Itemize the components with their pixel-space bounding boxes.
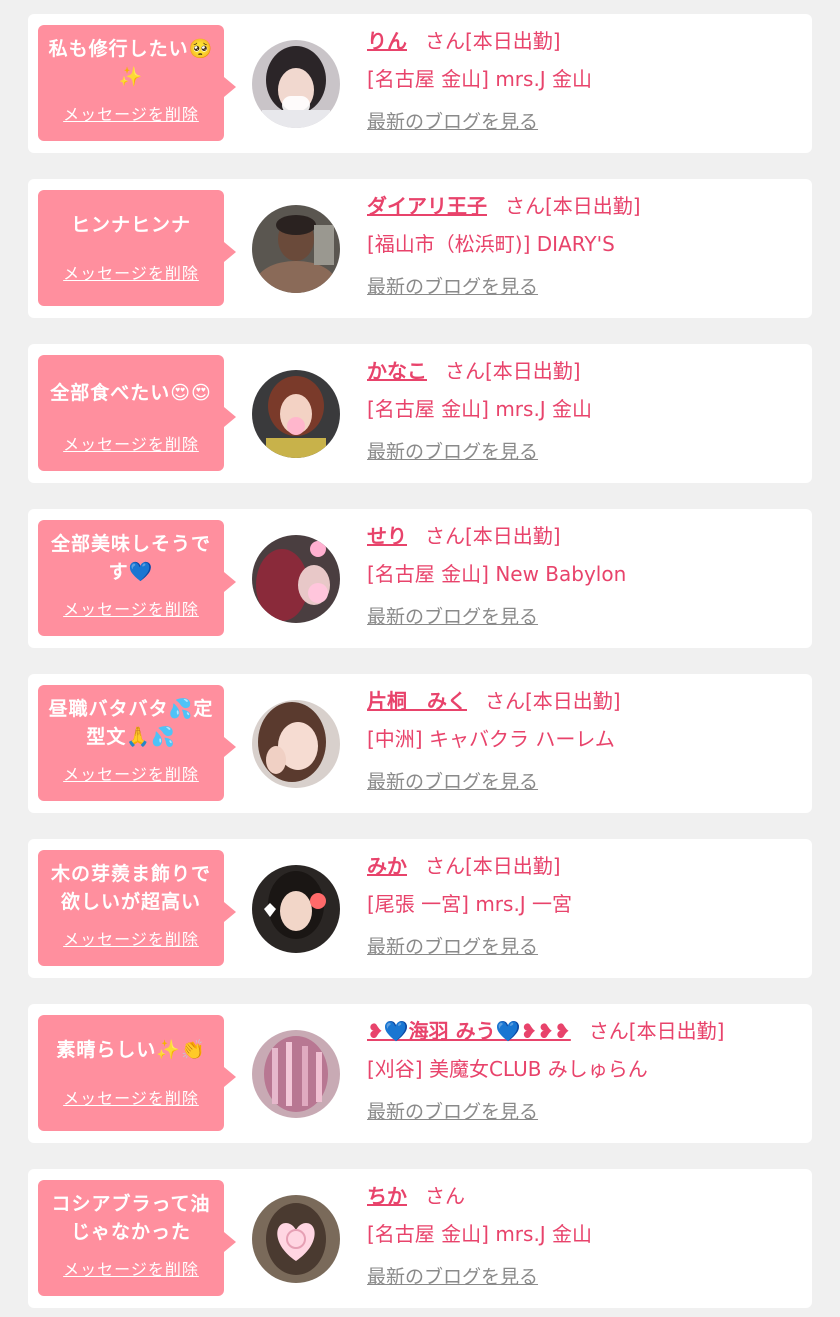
shop-name: [刈谷] 美魔女CLUB みしゅらん bbox=[367, 1057, 648, 1081]
message-text: コシアブラって油じゃなかった bbox=[51, 1193, 211, 1243]
girl-avatar-icon bbox=[252, 535, 340, 623]
girl-avatar-icon bbox=[252, 865, 340, 953]
message-text: 全部食べたい😍😍 bbox=[50, 382, 212, 404]
card-info: ❥💙海羽 みう💙❥❥❥ さん[本日出勤] [刈谷] 美魔女CLUB みしゅらん 最… bbox=[367, 1016, 797, 1126]
message-bubble: ヒンナヒンナ メッセージを削除 bbox=[38, 190, 236, 306]
card-info: かなこ さん[本日出勤] [名古屋 金山] mrs.J 金山 最新のブログを見る bbox=[367, 356, 797, 466]
avatar[interactable] bbox=[252, 535, 340, 623]
status-text: さん[本日出勤] bbox=[588, 1019, 725, 1043]
shop-name: [尾張 一宮] mrs.J 一宮 bbox=[367, 892, 573, 916]
delete-message-link[interactable]: メッセージを削除 bbox=[63, 431, 199, 455]
avatar[interactable] bbox=[252, 1030, 340, 1118]
message-card: 素晴らしい✨👏 メッセージを削除 ❥💙海羽 みう💙❥❥❥ さん[本日出勤] [刈谷… bbox=[28, 1004, 812, 1143]
girl-name-link[interactable]: みか bbox=[367, 854, 407, 878]
delete-message-link[interactable]: メッセージを削除 bbox=[63, 101, 199, 125]
status-text: さん[本日出勤] bbox=[505, 194, 641, 218]
message-text: ヒンナヒンナ bbox=[70, 214, 191, 236]
warrior-avatar-icon bbox=[252, 205, 340, 293]
delete-message-link[interactable]: メッセージを削除 bbox=[63, 926, 199, 950]
shop-name: [名古屋 金山] New Babylon bbox=[367, 562, 627, 586]
card-info: ダイアリ王子 さん[本日出勤] [福山市（松浜町)] DIARY'S 最新のブログ… bbox=[367, 191, 797, 301]
avatar[interactable] bbox=[252, 370, 340, 458]
status-text: さん[本日出勤] bbox=[425, 524, 561, 548]
latest-blog-link[interactable]: 最新のブログを見る bbox=[367, 1263, 538, 1291]
girl-name-link[interactable]: ❥💙海羽 みう💙❥❥❥ bbox=[367, 1019, 571, 1043]
message-card: 全部食べたい😍😍 メッセージを削除 かなこ さん[本日出勤] [名古屋 金山] m… bbox=[28, 344, 812, 483]
card-info: みか さん[本日出勤] [尾張 一宮] mrs.J 一宮 最新のブログを見る bbox=[367, 851, 797, 961]
girl-name-link[interactable]: せり bbox=[367, 524, 407, 548]
card-info: りん さん[本日出勤] [名古屋 金山] mrs.J 金山 最新のブログを見る bbox=[367, 26, 797, 136]
name-line: ちか さん bbox=[367, 1181, 797, 1211]
girl-name-link[interactable]: ちか bbox=[367, 1184, 407, 1208]
message-bubble: 素晴らしい✨👏 メッセージを削除 bbox=[38, 1015, 236, 1131]
name-line: 片桐 みく さん[本日出勤] bbox=[367, 686, 797, 716]
message-bubble: 全部美味しそうです💙 メッセージを削除 bbox=[38, 520, 236, 636]
avatar[interactable] bbox=[252, 205, 340, 293]
message-text: 素晴らしい✨👏 bbox=[56, 1039, 206, 1061]
message-bubble: 昼職バタバタ💦定型文🙏💦 メッセージを削除 bbox=[38, 685, 236, 801]
avatar[interactable] bbox=[252, 865, 340, 953]
message-text: 全部美味しそうです💙 bbox=[50, 533, 211, 583]
message-bubble: 全部食べたい😍😍 メッセージを削除 bbox=[38, 355, 236, 471]
message-card: ヒンナヒンナ メッセージを削除 ダイアリ王子 さん[本日出勤] [福山市（松浜町)… bbox=[28, 179, 812, 318]
girl-avatar-icon bbox=[252, 1195, 340, 1283]
message-bubble: 私も修行したい🥺✨ メッセージを削除 bbox=[38, 25, 236, 141]
card-info: 片桐 みく さん[本日出勤] [中洲] キャバクラ ハーレム 最新のブログを見る bbox=[367, 686, 797, 796]
latest-blog-link[interactable]: 最新のブログを見る bbox=[367, 273, 538, 301]
name-line: ❥💙海羽 みう💙❥❥❥ さん[本日出勤] bbox=[367, 1016, 797, 1046]
card-info: せり さん[本日出勤] [名古屋 金山] New Babylon 最新のブログを見… bbox=[367, 521, 797, 631]
delete-message-link[interactable]: メッセージを削除 bbox=[63, 596, 199, 620]
girl-name-link[interactable]: 片桐 みく bbox=[367, 689, 467, 713]
delete-message-link[interactable]: メッセージを削除 bbox=[63, 761, 199, 785]
latest-blog-link[interactable]: 最新のブログを見る bbox=[367, 603, 538, 631]
latest-blog-link[interactable]: 最新のブログを見る bbox=[367, 108, 538, 136]
girl-name-link[interactable]: かなこ bbox=[367, 359, 427, 383]
shop-name: [福山市（松浜町)] DIARY'S bbox=[367, 232, 615, 256]
message-card: コシアブラって油じゃなかった メッセージを削除 ちか さん [名古屋 金山] mr… bbox=[28, 1169, 812, 1308]
card-info: ちか さん [名古屋 金山] mrs.J 金山 最新のブログを見る bbox=[367, 1181, 797, 1291]
name-line: かなこ さん[本日出勤] bbox=[367, 356, 797, 386]
name-line: せり さん[本日出勤] bbox=[367, 521, 797, 551]
latest-blog-link[interactable]: 最新のブログを見る bbox=[367, 438, 538, 466]
delete-message-link[interactable]: メッセージを削除 bbox=[63, 1085, 199, 1109]
delete-message-link[interactable]: メッセージを削除 bbox=[63, 1256, 199, 1280]
girl-name-link[interactable]: ダイアリ王子 bbox=[367, 194, 487, 218]
latest-blog-link[interactable]: 最新のブログを見る bbox=[367, 1098, 538, 1126]
message-card: 私も修行したい🥺✨ メッセージを削除 りん さん[本日出勤] [名古屋 金山] m… bbox=[28, 14, 812, 153]
girl-name-link[interactable]: りん bbox=[367, 29, 407, 53]
girl-avatar-icon bbox=[252, 370, 340, 458]
shop-name: [名古屋 金山] mrs.J 金山 bbox=[367, 397, 593, 421]
status-text: さん bbox=[425, 1184, 465, 1208]
avatar[interactable] bbox=[252, 1195, 340, 1283]
message-bubble: コシアブラって油じゃなかった メッセージを削除 bbox=[38, 1180, 236, 1296]
girl-avatar-icon bbox=[252, 700, 340, 788]
status-text: さん[本日出勤] bbox=[485, 689, 621, 713]
message-card: 木の芽羨ま飾りで欲しいが超高い メッセージを削除 みか さん[本日出勤] [尾張 … bbox=[28, 839, 812, 978]
shop-name: [名古屋 金山] mrs.J 金山 bbox=[367, 67, 593, 91]
girl-avatar-icon bbox=[252, 40, 340, 128]
girl-avatar-icon bbox=[252, 1030, 340, 1118]
shop-name: [中洲] キャバクラ ハーレム bbox=[367, 727, 615, 751]
avatar[interactable] bbox=[252, 700, 340, 788]
status-text: さん[本日出勤] bbox=[425, 29, 561, 53]
message-text: 木の芽羨ま飾りで欲しいが超高い bbox=[50, 863, 211, 913]
latest-blog-link[interactable]: 最新のブログを見る bbox=[367, 933, 538, 961]
message-text: 昼職バタバタ💦定型文🙏💦 bbox=[48, 698, 214, 748]
name-line: みか さん[本日出勤] bbox=[367, 851, 797, 881]
message-text: 私も修行したい🥺✨ bbox=[48, 38, 214, 88]
status-text: さん[本日出勤] bbox=[445, 359, 581, 383]
name-line: ダイアリ王子 さん[本日出勤] bbox=[367, 191, 797, 221]
latest-blog-link[interactable]: 最新のブログを見る bbox=[367, 768, 538, 796]
message-bubble: 木の芽羨ま飾りで欲しいが超高い メッセージを削除 bbox=[38, 850, 236, 966]
avatar[interactable] bbox=[252, 40, 340, 128]
message-card: 昼職バタバタ💦定型文🙏💦 メッセージを削除 片桐 みく さん[本日出勤] [中洲]… bbox=[28, 674, 812, 813]
message-card: 全部美味しそうです💙 メッセージを削除 せり さん[本日出勤] [名古屋 金山] … bbox=[28, 509, 812, 648]
name-line: りん さん[本日出勤] bbox=[367, 26, 797, 56]
shop-name: [名古屋 金山] mrs.J 金山 bbox=[367, 1222, 593, 1246]
status-text: さん[本日出勤] bbox=[425, 854, 561, 878]
delete-message-link[interactable]: メッセージを削除 bbox=[63, 260, 199, 284]
